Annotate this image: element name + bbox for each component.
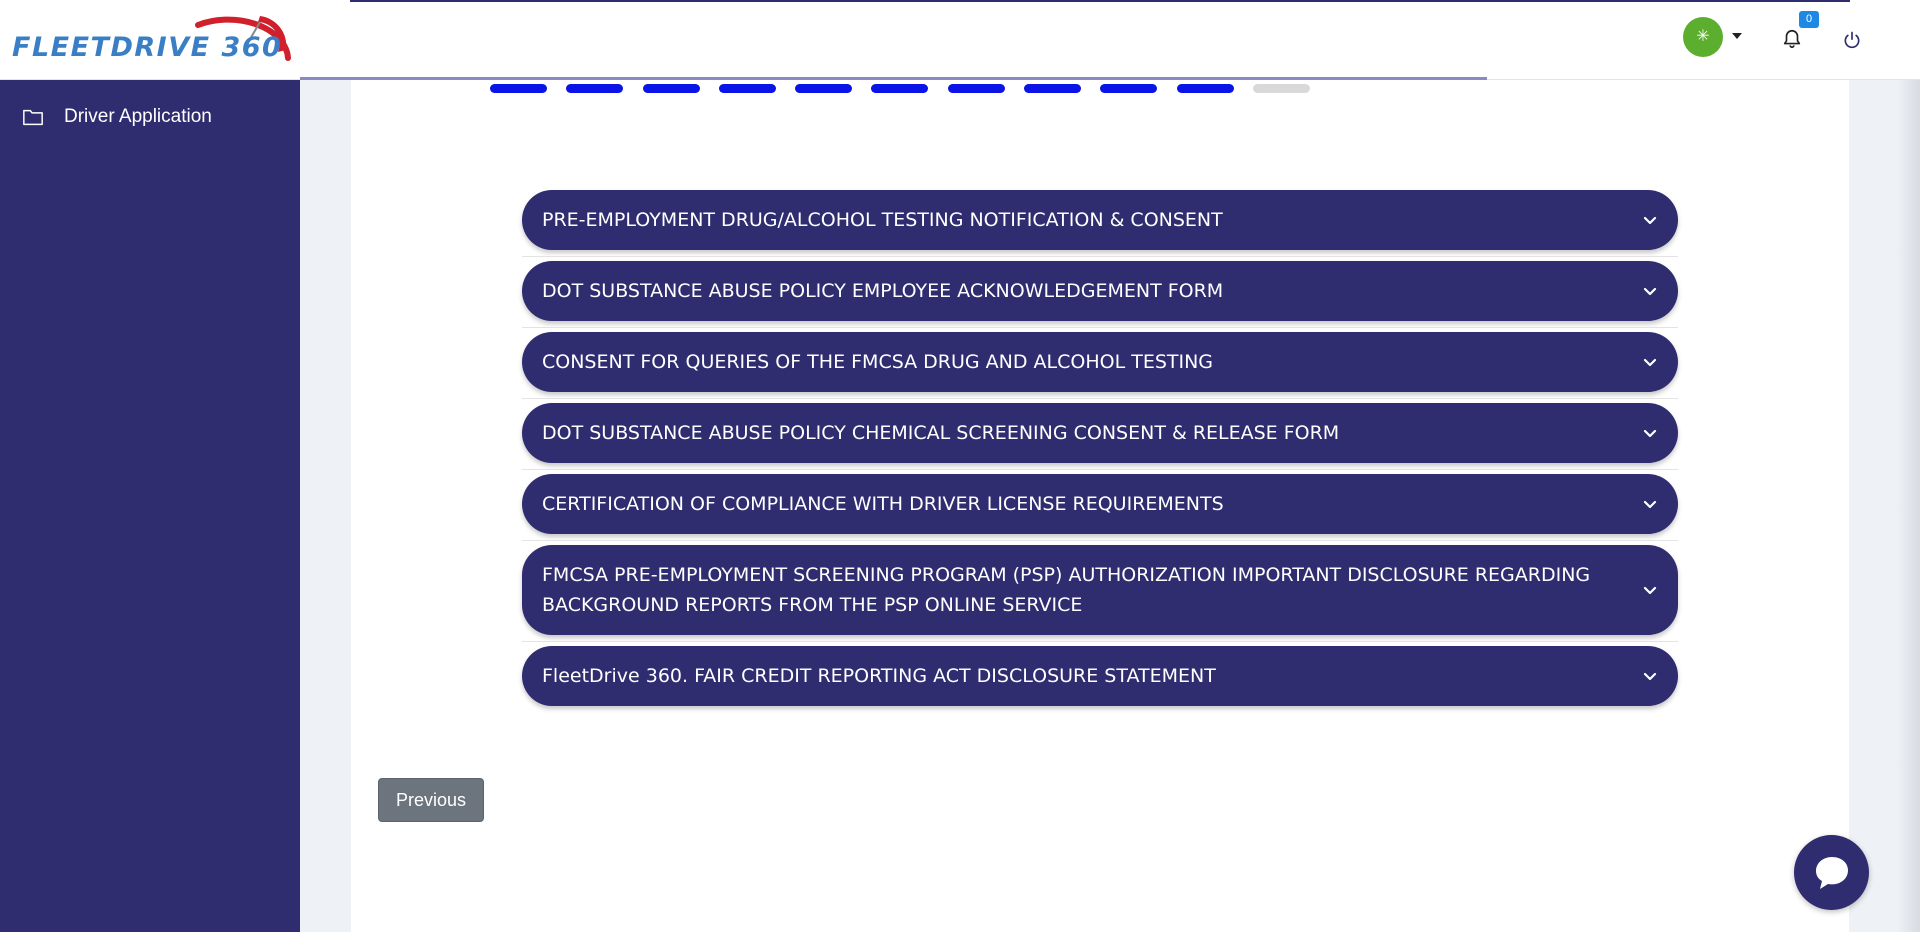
accordion-header[interactable]: FleetDrive 360. FAIR CREDIT REPORTING AC… <box>522 646 1678 706</box>
chevron-down-icon <box>1643 586 1657 595</box>
accordion-header[interactable]: CERTIFICATION OF COMPLIANCE WITH DRIVER … <box>522 474 1678 534</box>
header-underline <box>300 77 1487 80</box>
chevron-down-icon <box>1643 500 1657 509</box>
chat-bubble-icon <box>1816 857 1848 889</box>
brand-logo[interactable]: FLEETDRIVE 360 <box>8 10 298 70</box>
accordion-header-label: FMCSA PRE-EMPLOYMENT SCREENING PROGRAM (… <box>542 564 1591 616</box>
progress-step <box>1024 84 1082 93</box>
progress-step <box>718 84 776 93</box>
progress-step <box>566 84 624 93</box>
accordion-divider <box>522 398 1678 399</box>
progress-step <box>795 84 853 93</box>
sidebar: Driver Application <box>0 80 300 932</box>
sidebar-item-driver-application[interactable]: Driver Application <box>22 106 212 128</box>
accordion-divider <box>522 641 1678 642</box>
power-icon[interactable] <box>1842 30 1862 50</box>
accordion-header[interactable]: CONSENT FOR QUERIES OF THE FMCSA DRUG AN… <box>522 332 1678 392</box>
accordion-header-label: DOT SUBSTANCE ABUSE POLICY EMPLOYEE ACKN… <box>542 280 1224 302</box>
accordion-header-label: PRE-EMPLOYMENT DRUG/ALCOHOL TESTING NOTI… <box>542 209 1223 231</box>
progress-step <box>642 84 700 93</box>
accordion-header-label: CERTIFICATION OF COMPLIANCE WITH DRIVER … <box>542 493 1224 515</box>
brand-name: FLEETDRIVE 360 <box>12 32 283 63</box>
progress-step <box>871 84 929 93</box>
notification-count-badge: 0 <box>1799 11 1819 28</box>
accordion-header[interactable]: DOT SUBSTANCE ABUSE POLICY CHEMICAL SCRE… <box>522 403 1678 463</box>
top-navbar: FLEETDRIVE 360 ✳ 0 <box>0 0 1920 80</box>
page-scrollbar-track[interactable] <box>1897 80 1920 932</box>
accordion-divider <box>522 540 1678 541</box>
accordion-header-label: CONSENT FOR QUERIES OF THE FMCSA DRUG AN… <box>542 351 1214 373</box>
previous-button[interactable]: Previous <box>378 778 484 822</box>
chevron-down-icon <box>1643 358 1657 367</box>
accordion-header[interactable]: DOT SUBSTANCE ABUSE POLICY EMPLOYEE ACKN… <box>522 261 1678 321</box>
chat-launcher-button[interactable] <box>1794 835 1869 910</box>
chevron-down-icon <box>1643 287 1657 296</box>
top-accent-line <box>350 0 1850 2</box>
folder-icon <box>23 109 43 126</box>
chevron-down-icon <box>1643 429 1657 438</box>
progress-step <box>490 84 547 93</box>
step-progress-indicator <box>490 84 1329 93</box>
progress-step <box>1252 84 1310 93</box>
sidebar-item-label: Driver Application <box>64 106 212 127</box>
accordion-divider <box>522 469 1678 470</box>
progress-step <box>947 84 1005 93</box>
progress-step <box>1100 84 1158 93</box>
chevron-down-icon <box>1643 672 1657 681</box>
caret-down-icon[interactable] <box>1732 33 1742 39</box>
accordion-divider <box>522 256 1678 257</box>
documents-accordion: PRE-EMPLOYMENT DRUG/ALCOHOL TESTING NOTI… <box>522 190 1678 706</box>
accordion-header[interactable]: PRE-EMPLOYMENT DRUG/ALCOHOL TESTING NOTI… <box>522 190 1678 250</box>
accordion-header[interactable]: FMCSA PRE-EMPLOYMENT SCREENING PROGRAM (… <box>522 545 1678 635</box>
progress-step <box>1176 84 1234 93</box>
accordion-divider <box>522 327 1678 328</box>
accordion-header-label: DOT SUBSTANCE ABUSE POLICY CHEMICAL SCRE… <box>542 422 1340 444</box>
accordion-header-label: FleetDrive 360. FAIR CREDIT REPORTING AC… <box>542 665 1216 687</box>
bell-icon[interactable] <box>1781 27 1803 51</box>
chevron-down-icon <box>1643 216 1657 225</box>
avatar[interactable]: ✳ <box>1683 17 1723 57</box>
